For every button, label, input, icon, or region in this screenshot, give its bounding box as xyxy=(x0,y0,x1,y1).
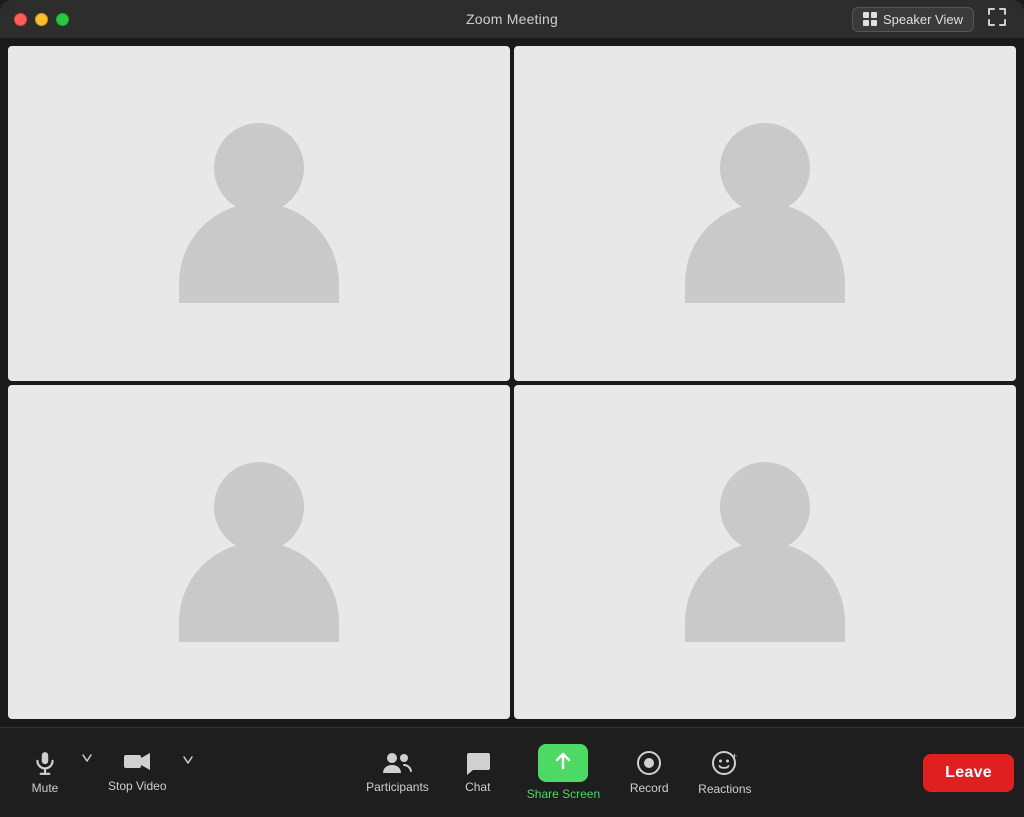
avatar-body-1 xyxy=(179,203,339,303)
share-screen-label: Share Screen xyxy=(527,787,600,801)
avatar-head-4 xyxy=(720,462,810,552)
share-screen-icon xyxy=(538,744,588,782)
microphone-icon xyxy=(32,750,58,776)
mute-chevron[interactable] xyxy=(80,742,94,766)
speaker-view-button[interactable]: Speaker View xyxy=(852,7,974,32)
avatar-body-4 xyxy=(685,542,845,642)
avatar-head-1 xyxy=(214,123,304,213)
participants-icon xyxy=(382,751,412,775)
close-button[interactable] xyxy=(14,13,27,26)
avatar-3 xyxy=(179,462,339,642)
avatar-1 xyxy=(179,123,339,303)
minimize-button[interactable] xyxy=(35,13,48,26)
video-grid xyxy=(0,38,1024,727)
stop-video-chevron[interactable] xyxy=(181,744,195,768)
maximize-button[interactable] xyxy=(56,13,69,26)
video-tile-1 xyxy=(8,46,510,381)
stop-video-button[interactable]: Stop Video xyxy=(94,744,181,801)
traffic-lights xyxy=(14,13,69,26)
mute-group: Mute xyxy=(10,742,94,803)
toolbar-center: Participants Chat Share Screen xyxy=(195,736,924,809)
record-icon xyxy=(636,750,662,776)
avatar-head-2 xyxy=(720,123,810,213)
title-bar: Zoom Meeting Speaker View xyxy=(0,0,1024,38)
stop-video-label: Stop Video xyxy=(108,779,167,793)
stop-video-group: Stop Video xyxy=(94,744,195,801)
reactions-label: Reactions xyxy=(698,782,751,796)
participants-label: Participants xyxy=(366,780,429,794)
video-icon xyxy=(123,752,151,774)
chat-icon xyxy=(465,751,491,775)
reactions-button[interactable]: + Reactions xyxy=(684,741,765,804)
toolbar-right: Leave xyxy=(923,754,1014,792)
svg-text:+: + xyxy=(732,751,737,761)
mute-label: Mute xyxy=(32,781,59,795)
video-tile-4 xyxy=(514,385,1016,720)
avatar-4 xyxy=(685,462,845,642)
avatar-head-3 xyxy=(214,462,304,552)
avatar-body-3 xyxy=(179,542,339,642)
chat-button[interactable]: Chat xyxy=(443,743,513,802)
share-screen-button[interactable]: Share Screen xyxy=(513,736,614,809)
video-tile-2 xyxy=(514,46,1016,381)
mute-button[interactable]: Mute xyxy=(10,742,80,803)
chat-label: Chat xyxy=(465,780,490,794)
avatar-2 xyxy=(685,123,845,303)
record-label: Record xyxy=(630,781,669,795)
avatar-body-2 xyxy=(685,203,845,303)
grid-icon xyxy=(863,12,877,26)
speaker-view-label: Speaker View xyxy=(883,12,963,27)
reactions-icon: + xyxy=(711,749,739,777)
top-right-controls: Speaker View xyxy=(852,6,1010,33)
fullscreen-icon[interactable] xyxy=(984,6,1010,33)
leave-button[interactable]: Leave xyxy=(923,754,1014,792)
record-button[interactable]: Record xyxy=(614,742,684,803)
participants-button[interactable]: Participants xyxy=(352,743,443,802)
window-title: Zoom Meeting xyxy=(466,11,558,27)
video-tile-3 xyxy=(8,385,510,720)
toolbar: Mute Stop Video xyxy=(0,727,1024,817)
